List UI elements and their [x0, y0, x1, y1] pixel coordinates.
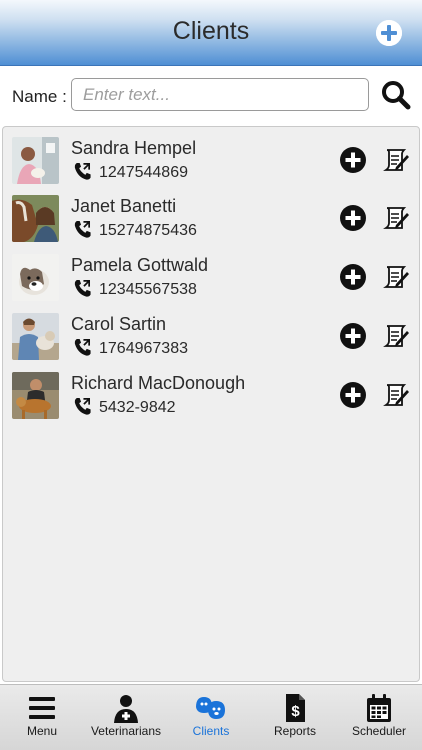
phone-icon	[74, 338, 91, 356]
phone-icon	[74, 162, 91, 180]
tab-menu[interactable]: Menu	[0, 685, 84, 750]
svg-text:$: $	[291, 703, 300, 720]
edit-notes-icon[interactable]	[382, 381, 410, 409]
tab-veterinarians[interactable]: Veterinarians	[84, 685, 168, 750]
client-phone[interactable]: 12345567538	[99, 281, 197, 299]
bottom-tab-bar: Menu Veterinarians Clients $ Reports Sch…	[0, 684, 422, 750]
dollar-document-icon: $	[286, 694, 305, 722]
add-visit-icon[interactable]	[340, 205, 366, 231]
search-input[interactable]	[71, 78, 369, 111]
tab-reports[interactable]: $ Reports	[253, 685, 337, 750]
tab-clients[interactable]: Clients	[169, 685, 253, 750]
client-photo	[12, 137, 59, 184]
add-visit-icon[interactable]	[340, 323, 366, 349]
add-visit-icon[interactable]	[340, 147, 366, 173]
client-phone[interactable]: 15274875436	[99, 222, 197, 240]
client-name: Richard MacDonough	[71, 373, 246, 393]
client-photo	[12, 372, 59, 419]
client-name: Janet Banetti	[71, 196, 177, 216]
add-visit-icon[interactable]	[340, 264, 366, 290]
paw-clients-icon	[196, 697, 225, 719]
client-name: Sandra Hempel	[71, 138, 197, 158]
client-photo	[12, 313, 59, 360]
client-row[interactable]: Carol Sartin 1764967383	[3, 303, 419, 361]
client-name: Carol Sartin	[71, 314, 167, 334]
client-name: Pamela Gottwald	[71, 255, 209, 275]
search-label: Name :	[12, 87, 67, 106]
page-title: Clients	[172, 17, 250, 45]
search-bar: Name :	[0, 66, 422, 124]
tab-scheduler[interactable]: Scheduler	[337, 685, 421, 750]
tab-label: Veterinarians	[90, 724, 162, 738]
client-photo	[12, 254, 59, 301]
client-phone[interactable]: 1247544869	[99, 164, 188, 182]
tab-label: Menu	[26, 724, 58, 738]
phone-icon	[74, 397, 91, 415]
calendar-icon	[367, 694, 391, 722]
doctor-icon	[114, 695, 138, 723]
search-button[interactable]	[380, 79, 412, 111]
search-icon	[382, 81, 411, 110]
client-photo	[12, 195, 59, 242]
tab-label: Reports	[273, 724, 317, 738]
add-visit-icon[interactable]	[340, 382, 366, 408]
client-list: Sandra Hempel 1247544869 Janet Banetti 1…	[2, 126, 420, 682]
plus-icon	[376, 20, 402, 46]
phone-icon	[74, 220, 91, 238]
edit-notes-icon[interactable]	[382, 263, 410, 291]
add-client-button[interactable]	[376, 20, 402, 46]
client-row[interactable]: Sandra Hempel 1247544869	[3, 127, 419, 185]
client-row[interactable]: Pamela Gottwald 12345567538	[3, 244, 419, 302]
client-row[interactable]: Richard MacDonough 5432-9842	[3, 362, 419, 420]
phone-icon	[74, 279, 91, 297]
tab-label: Clients	[192, 724, 230, 738]
edit-notes-icon[interactable]	[382, 322, 410, 350]
edit-notes-icon[interactable]	[382, 204, 410, 232]
app-header: Clients	[0, 0, 422, 66]
tab-label: Scheduler	[351, 724, 407, 738]
hamburger-icon	[29, 697, 55, 719]
client-phone[interactable]: 1764967383	[99, 340, 188, 358]
client-phone[interactable]: 5432-9842	[99, 399, 176, 417]
client-row[interactable]: Janet Banetti 15274875436	[3, 185, 419, 243]
edit-notes-icon[interactable]	[382, 146, 410, 174]
